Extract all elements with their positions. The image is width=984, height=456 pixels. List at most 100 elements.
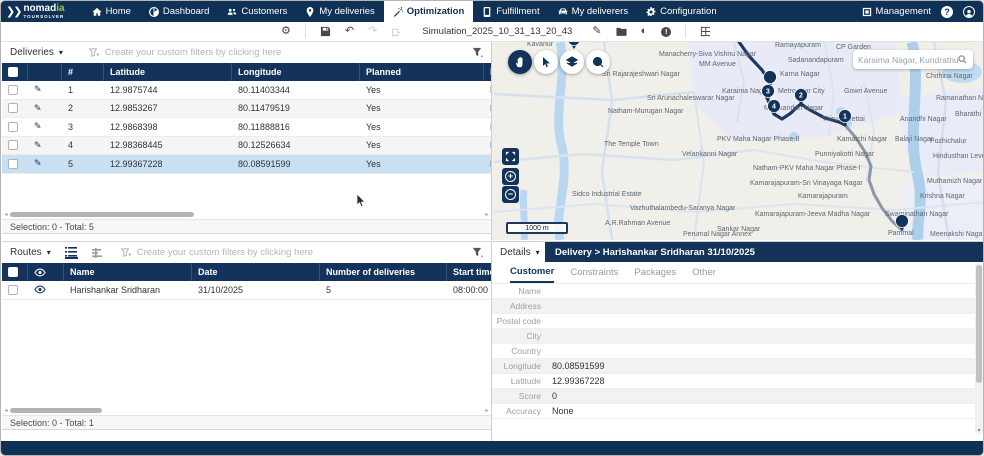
column-header[interactable]: Number of deliveries xyxy=(320,263,447,281)
edit-icon[interactable]: ✎ xyxy=(28,81,62,99)
column-header[interactable]: # xyxy=(62,63,104,81)
select-all-checkbox[interactable] xyxy=(8,67,18,77)
nav-item-optimization[interactable]: Optimization xyxy=(384,1,474,22)
column-header[interactable]: Planned xyxy=(360,63,484,81)
row-checkbox[interactable] xyxy=(2,100,28,118)
scroll-thumb[interactable] xyxy=(976,265,982,383)
table-row[interactable]: ✎312.986839880.11888816YesNo xyxy=(2,118,491,137)
row-checkbox[interactable] xyxy=(8,285,18,295)
scroll-down-icon[interactable]: ▾ xyxy=(975,427,983,434)
nav-item-my-deliveries[interactable]: My deliveries xyxy=(296,1,383,22)
edit-icon[interactable]: ✎ xyxy=(34,140,42,151)
nav-item-dashboard[interactable]: Dashboard xyxy=(140,1,218,22)
open-folder-icon[interactable] xyxy=(616,26,627,37)
column-header[interactable]: Date xyxy=(192,263,320,281)
nav-item-customers[interactable]: Customers xyxy=(218,1,296,22)
column-header[interactable]: Latitude xyxy=(104,63,232,81)
row-checkbox[interactable] xyxy=(2,118,28,136)
map-pin[interactable] xyxy=(896,215,909,232)
deliveries-filter-bar[interactable]: Create your custom filters by clicking h… xyxy=(89,47,281,58)
scroll-right-icon[interactable]: ▸ xyxy=(483,211,491,218)
rename-pencil-icon[interactable]: ✎ xyxy=(592,26,601,37)
tab-other[interactable]: Other xyxy=(692,262,716,283)
map-pin[interactable]: 2 xyxy=(795,89,808,106)
settings-gear-icon[interactable]: ⚙ xyxy=(281,26,291,37)
route-row[interactable]: Harishankar Sridharan 31/10/2025 5 08:00… xyxy=(2,281,491,300)
table-row[interactable]: ✎412.9836844580.12526634YesNo xyxy=(2,137,491,156)
edit-icon[interactable]: ✎ xyxy=(28,100,62,118)
pan-tool-button[interactable] xyxy=(508,50,532,74)
scroll-right-icon[interactable]: ▸ xyxy=(483,407,491,414)
tab-packages[interactable]: Packages xyxy=(634,262,676,283)
chevron-down-icon[interactable]: ▾ xyxy=(47,248,51,257)
management-button[interactable]: Management xyxy=(862,6,931,17)
scroll-left-icon[interactable]: ◂ xyxy=(2,211,10,218)
select-all-checkbox[interactable] xyxy=(8,267,18,277)
filter-menu-icon[interactable] xyxy=(472,47,483,58)
export-icon[interactable] xyxy=(391,26,402,37)
edit-icon[interactable]: ✎ xyxy=(28,118,62,136)
column-header[interactable]: Start time xyxy=(447,263,491,281)
routes-hscrollbar[interactable]: ◂ ▸ xyxy=(2,406,491,415)
scroll-left-icon[interactable]: ◂ xyxy=(2,407,10,414)
edit-icon[interactable]: ✎ xyxy=(28,155,62,173)
map-search-box[interactable] xyxy=(853,50,973,69)
edit-icon[interactable]: ✎ xyxy=(34,158,42,169)
edit-icon[interactable]: ✎ xyxy=(28,137,62,155)
layers-button[interactable] xyxy=(560,50,584,74)
map-search-input[interactable] xyxy=(858,55,958,65)
row-checkbox[interactable] xyxy=(8,140,18,150)
nav-item-my-deliverers[interactable]: My deliverers xyxy=(549,1,638,22)
redo-icon[interactable]: ↷ xyxy=(368,26,377,37)
map-pin[interactable] xyxy=(568,42,581,49)
deliveries-hscrollbar[interactable]: ◂ ▸ xyxy=(2,210,491,219)
statistics-pie-icon[interactable]: ◐ xyxy=(641,26,648,37)
filter-menu-icon[interactable] xyxy=(472,247,483,258)
nav-item-home[interactable]: Home xyxy=(83,1,140,22)
edit-icon[interactable]: ✎ xyxy=(34,103,42,114)
zoom-out-button[interactable]: − xyxy=(502,186,519,203)
map-pin[interactable]: 1 xyxy=(839,110,852,127)
select-tool-button[interactable] xyxy=(534,50,558,74)
table-row[interactable]: ✎512.9936722880.08591599YesNo xyxy=(2,155,491,174)
row-checkbox[interactable] xyxy=(8,122,18,132)
profile-button[interactable] xyxy=(963,6,975,18)
zoom-selection-button[interactable] xyxy=(586,50,610,74)
scroll-thumb[interactable] xyxy=(10,212,194,217)
table-row[interactable]: ✎212.985326780.11479519YesNo xyxy=(2,100,491,119)
chevron-down-icon[interactable]: ▾ xyxy=(536,248,540,257)
alerts-icon[interactable]: ! xyxy=(661,27,671,37)
visibility-eye-icon[interactable] xyxy=(34,285,46,294)
row-checkbox[interactable] xyxy=(8,159,18,169)
map-view[interactable]: KavanurManacherry-Siva Vishnu NagarMM Av… xyxy=(491,42,984,240)
list-view-icon[interactable] xyxy=(65,247,78,259)
chevron-down-icon[interactable]: ▾ xyxy=(59,48,63,57)
save-icon[interactable] xyxy=(320,26,331,37)
tab-constraints[interactable]: Constraints xyxy=(570,262,618,283)
tab-customer[interactable]: Customer xyxy=(510,262,554,283)
layout-grid-icon[interactable] xyxy=(700,26,711,37)
zoom-in-button[interactable]: + xyxy=(502,168,519,185)
schedule-view-icon[interactable] xyxy=(92,247,105,259)
help-button[interactable]: ? xyxy=(941,6,953,18)
edit-icon[interactable]: ✎ xyxy=(34,84,42,95)
map-pin[interactable]: 4 xyxy=(768,100,781,117)
map-pin[interactable]: 3 xyxy=(762,85,775,102)
routes-filter-bar[interactable]: Create your custom filters by clicking h… xyxy=(121,247,313,258)
row-checkbox[interactable] xyxy=(8,103,18,113)
scroll-thumb[interactable] xyxy=(10,408,102,413)
nav-item-fulfillment[interactable]: Fulfillment xyxy=(473,1,548,22)
row-checkbox[interactable] xyxy=(8,85,18,95)
logo[interactable]: ❯❯ nomadia TOURSOLVER xyxy=(1,3,73,21)
fullscreen-button[interactable] xyxy=(502,148,519,165)
table-row[interactable]: ✎112.987574480.11403344YesNo xyxy=(2,81,491,100)
row-checkbox[interactable] xyxy=(2,81,28,99)
undo-icon[interactable]: ↶ xyxy=(345,26,354,37)
edit-icon[interactable]: ✎ xyxy=(34,121,42,132)
row-checkbox[interactable] xyxy=(2,155,28,173)
details-vscrollbar[interactable]: ▾ xyxy=(975,263,983,435)
column-header[interactable]: Longitude xyxy=(232,63,360,81)
row-checkbox[interactable] xyxy=(2,137,28,155)
column-header[interactable]: Locked xyxy=(484,63,491,81)
column-header[interactable]: Name xyxy=(64,263,192,281)
